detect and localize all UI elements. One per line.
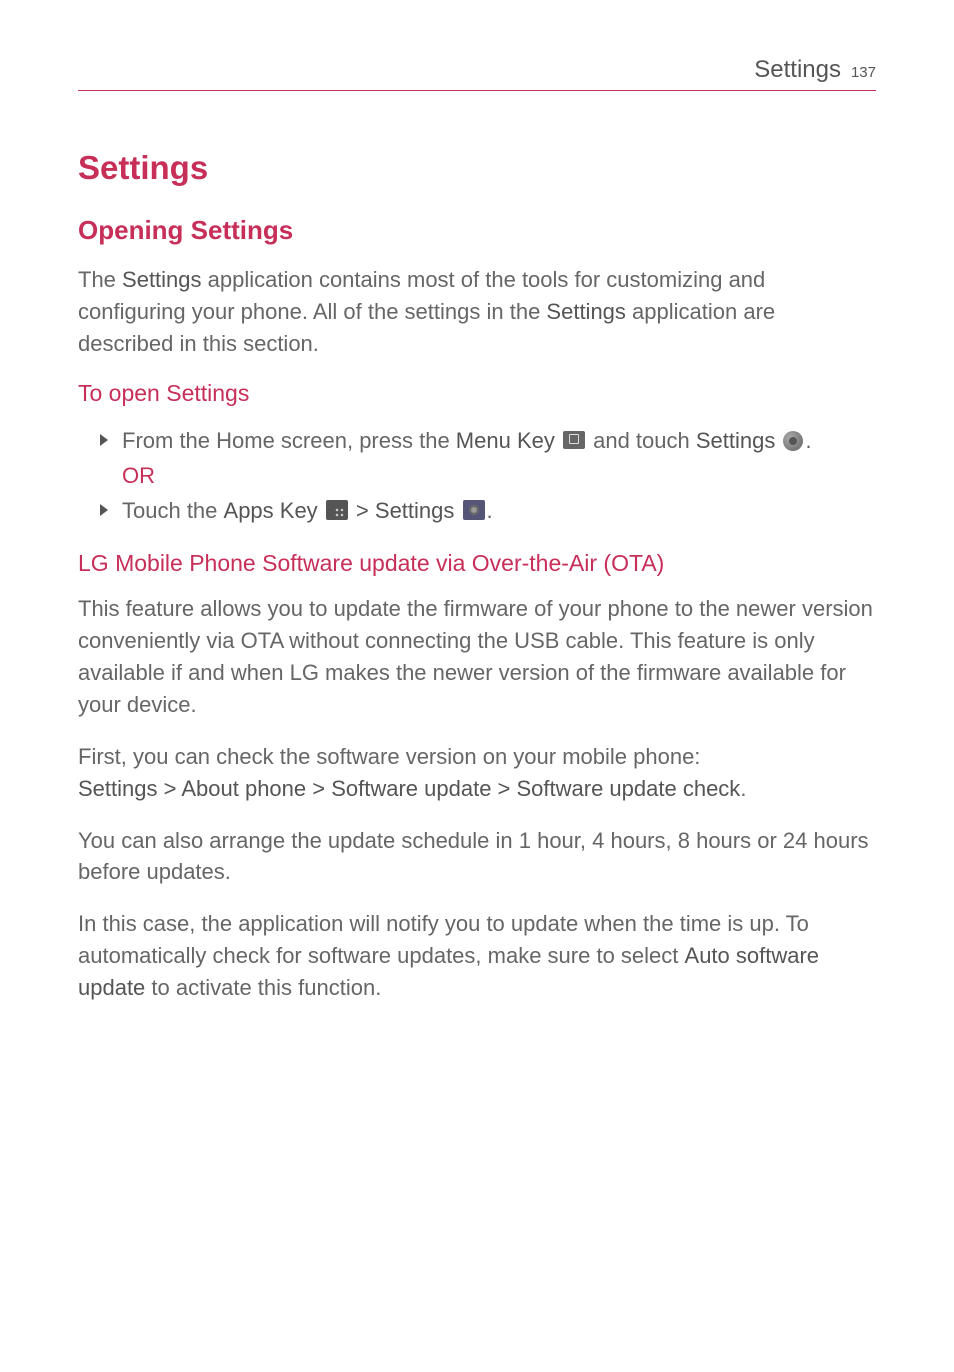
page-number: 137 — [851, 64, 876, 81]
settings-square-icon — [463, 500, 485, 520]
text: . — [805, 428, 811, 453]
text-bold-settings: Settings — [696, 428, 776, 453]
text-bold-settings: Settings — [546, 299, 626, 324]
text: . — [487, 498, 493, 523]
step-item: From the Home screen, press the Menu Key… — [100, 423, 876, 493]
text-bold-settings: Settings — [122, 267, 202, 292]
text: . — [740, 776, 746, 801]
text: to activate this function. — [145, 975, 381, 1000]
text-bold-menu-key: Menu Key — [456, 428, 555, 453]
page-content: Settings Opening Settings The Settings a… — [78, 91, 876, 1004]
page-header: Settings 137 — [78, 56, 876, 91]
menu-key-icon — [563, 431, 585, 449]
ota-paragraph-1: This feature allows you to update the fi… — [78, 593, 876, 721]
text-bold-settings: Settings — [375, 498, 455, 523]
heading-lg-ota: LG Mobile Phone Software update via Over… — [78, 550, 876, 577]
text-or: OR — [122, 463, 155, 488]
bullet-icon — [100, 504, 108, 516]
step-item: Touch the Apps Key > Settings . — [100, 493, 876, 528]
intro-paragraph: The Settings application contains most o… — [78, 264, 876, 360]
text: and touch — [587, 428, 696, 453]
text-bold-apps-key: Apps Key — [224, 498, 318, 523]
text: The — [78, 267, 122, 292]
steps-list: From the Home screen, press the Menu Key… — [78, 423, 876, 529]
ota-paragraph-2: First, you can check the software versio… — [78, 741, 876, 805]
text: Touch the — [122, 498, 224, 523]
bullet-icon — [100, 434, 108, 446]
apps-key-icon — [326, 500, 348, 520]
settings-round-icon — [783, 431, 803, 451]
ota-paragraph-3: You can also arrange the update schedule… — [78, 825, 876, 889]
header-section-title: Settings — [754, 56, 841, 84]
text-bold-path: Settings > About phone > Software update… — [78, 776, 740, 801]
heading-settings: Settings — [78, 149, 876, 187]
text: First, you can check the software versio… — [78, 744, 700, 769]
ota-paragraph-4: In this case, the application will notif… — [78, 908, 876, 1004]
heading-to-open-settings: To open Settings — [78, 380, 876, 407]
text: > — [350, 498, 375, 523]
text: From the Home screen, press the — [122, 428, 456, 453]
heading-opening-settings: Opening Settings — [78, 215, 876, 246]
